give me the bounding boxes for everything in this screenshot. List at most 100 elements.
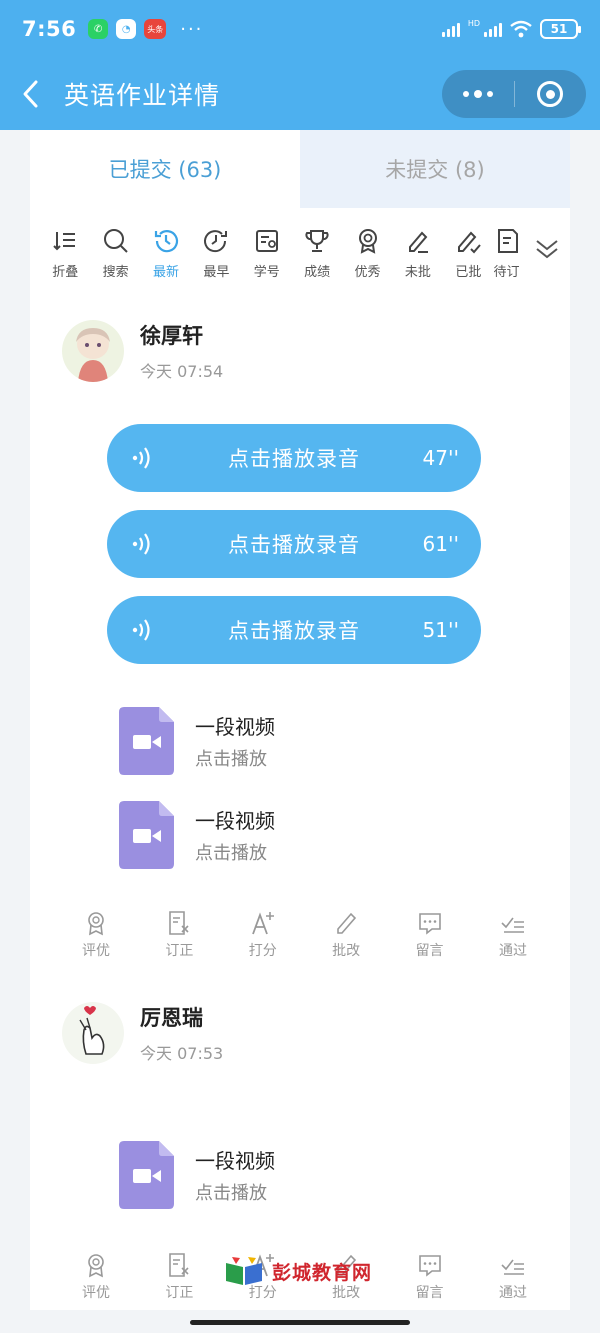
status-bar: 7:56 ✆ ◔ 头条 ··· HD 51 — [0, 0, 600, 58]
signal-icon-2 — [484, 21, 502, 37]
video-item[interactable]: 一段视频 点击播放 — [119, 1128, 570, 1222]
action-approve[interactable]: 通过 — [495, 1252, 531, 1302]
play-audio-button[interactable]: 点击播放录音 51'' — [107, 596, 481, 664]
search-icon — [103, 228, 128, 253]
tool-excellent[interactable]: 优秀 — [342, 227, 392, 280]
tool-score[interactable]: 成绩 — [292, 227, 342, 280]
approve-check-icon — [501, 1259, 524, 1275]
book-logo-icon — [226, 1257, 262, 1285]
avatar[interactable] — [62, 1002, 124, 1064]
play-audio-button[interactable]: 点击播放录音 61'' — [107, 510, 481, 578]
tool-label: 学号 — [253, 264, 280, 280]
tool-search[interactable]: 搜索 — [90, 227, 140, 280]
avatar[interactable] — [62, 320, 124, 382]
double-chevron-down-icon — [536, 240, 558, 259]
action-award[interactable]: 评优 — [78, 910, 114, 960]
approve-check-icon — [501, 917, 524, 933]
signal-icon — [441, 21, 460, 37]
video-list: 一段视频 点击播放 — [30, 1128, 570, 1222]
page-title: 英语作业详情 — [64, 81, 221, 110]
home-indicator[interactable] — [190, 1320, 410, 1325]
comment-icon — [418, 1255, 441, 1277]
student-name: 厉恩瑞 — [140, 1006, 203, 1030]
message-icon: ◔ — [116, 19, 137, 39]
tool-label: 最新 — [152, 264, 179, 280]
action-score[interactable]: 打分 — [245, 910, 281, 960]
student-name: 徐厚轩 — [140, 324, 203, 348]
tool-collapse[interactable]: 折叠 — [40, 227, 90, 280]
latest-clock-icon — [154, 229, 179, 252]
action-comment[interactable]: 留言 — [412, 910, 448, 960]
action-mark[interactable]: 批改 — [328, 910, 364, 960]
navigation-bar: 英语作业详情 — [0, 62, 600, 126]
wifi-icon — [510, 20, 532, 38]
homework-card: 已提交 (63) 未提交 (8) 折叠 搜索 最新 最早 学号 成绩 优秀 未批… — [30, 130, 570, 1310]
tool-label: 未批 — [404, 264, 431, 280]
video-item[interactable]: 一段视频 点击播放 — [119, 694, 570, 788]
video-title: 一段视频 — [195, 715, 275, 739]
action-correct[interactable]: 订正 — [161, 1252, 197, 1302]
play-audio-button[interactable]: 点击播放录音 47'' — [107, 424, 481, 492]
status-more-icon: ··· — [180, 18, 204, 40]
tool-label: 最早 — [203, 264, 230, 280]
video-file-icon — [119, 707, 174, 775]
back-button[interactable] — [0, 62, 60, 126]
back-chevron-icon — [23, 80, 38, 108]
status-time: 7:56 — [22, 17, 77, 41]
correction-icon — [169, 911, 189, 935]
award-icon — [88, 1254, 104, 1278]
watermark-logo: 彭城教育网 — [222, 1255, 372, 1287]
student-header: 厉恩瑞 今天 07:53 — [30, 990, 570, 1076]
action-label: 批改 — [332, 943, 361, 959]
submission-item: 徐厚轩 今天 07:54 点击播放录音 47'' 点击播放录音 61'' 点击播… — [30, 308, 570, 970]
status-notification-icons: ✆ ◔ 头条 — [88, 19, 167, 39]
medal-icon — [358, 228, 377, 254]
comment-icon — [418, 913, 441, 935]
student-id-icon — [255, 229, 278, 252]
submission-time: 今天 07:53 — [140, 1044, 224, 1063]
correction-icon — [169, 1253, 189, 1277]
tool-pending[interactable]: 待订 — [494, 227, 524, 280]
video-file-icon — [119, 801, 174, 869]
tool-earliest[interactable]: 最早 — [191, 227, 241, 280]
avatar-image — [62, 1002, 124, 1064]
audio-list: 点击播放录音 47'' 点击播放录音 61'' 点击播放录音 51'' — [30, 424, 570, 664]
tool-unmarked[interactable]: 未批 — [393, 227, 443, 280]
more-options-button[interactable] — [442, 90, 514, 98]
action-label: 通过 — [498, 943, 527, 959]
review-actions: 评优 订正 打分 批改 留言 通过 — [30, 900, 570, 970]
tool-marked[interactable]: 已批 — [443, 227, 493, 280]
submission-time: 今天 07:54 — [140, 362, 224, 381]
tab-not-submitted[interactable]: 未提交 (8) — [300, 130, 570, 208]
expand-toolbar-button[interactable] — [532, 236, 562, 272]
tool-latest[interactable]: 最新 — [141, 227, 191, 280]
tool-student-id[interactable]: 学号 — [242, 227, 292, 280]
video-file-icon — [119, 1141, 174, 1209]
action-label: 订正 — [165, 1285, 194, 1301]
doc-edit-icon — [497, 228, 518, 253]
video-subtitle: 点击播放 — [195, 749, 267, 770]
video-title: 一段视频 — [195, 1149, 275, 1173]
submission-tabs: 已提交 (63) 未提交 (8) — [30, 130, 570, 208]
student-header: 徐厚轩 今天 07:54 — [30, 308, 570, 394]
filter-toolbar: 折叠 搜索 最新 最早 学号 成绩 优秀 未批 已批 待订 — [30, 208, 570, 298]
watermark-text: 彭城教育网 — [272, 1261, 373, 1284]
tab-submitted[interactable]: 已提交 (63) — [30, 130, 300, 208]
close-miniprogram-button[interactable] — [515, 81, 587, 107]
action-label: 订正 — [165, 943, 194, 959]
action-correct[interactable]: 订正 — [161, 910, 197, 960]
pen-check-icon — [458, 231, 482, 253]
action-label: 留言 — [415, 1285, 444, 1301]
action-award[interactable]: 评优 — [78, 1252, 114, 1302]
audio-duration: 61'' — [422, 532, 459, 556]
wechat-icon: ✆ — [88, 19, 109, 39]
battery-icon: 51 — [540, 19, 581, 39]
action-label: 评优 — [82, 1285, 110, 1301]
video-title: 一段视频 — [195, 809, 275, 833]
action-comment[interactable]: 留言 — [412, 1252, 448, 1302]
miniprogram-capsule — [442, 70, 586, 118]
pen-icon — [408, 231, 428, 253]
tool-label: 已批 — [455, 264, 482, 280]
action-approve[interactable]: 通过 — [495, 910, 531, 960]
video-item[interactable]: 一段视频 点击播放 — [119, 788, 570, 882]
